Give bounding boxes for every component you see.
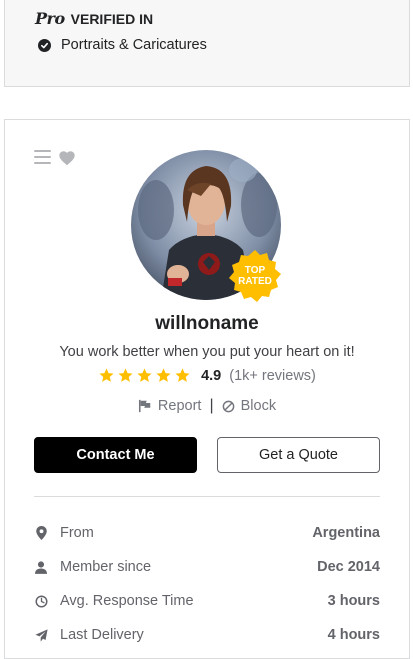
- block-link[interactable]: Block: [222, 398, 276, 414]
- seller-stats-list: From Argentina Member since Dec 2014 Avg…: [34, 516, 380, 652]
- star-icon: [99, 368, 114, 382]
- pro-verified-item-label: Portraits & Caricatures: [61, 37, 207, 53]
- stat-row-response-time: Avg. Response Time 3 hours: [34, 584, 380, 618]
- report-block-row: Report | Block: [5, 397, 409, 415]
- location-pin-icon: [34, 526, 48, 540]
- stat-row-last-delivery: Last Delivery 4 hours: [34, 618, 380, 652]
- stat-label: From: [60, 525, 94, 541]
- stat-row-from: From Argentina: [34, 516, 380, 550]
- stat-row-member-since: Member since Dec 2014: [34, 550, 380, 584]
- star-icon: [118, 368, 133, 382]
- rating-count[interactable]: (1k+ reviews): [229, 368, 316, 384]
- pro-logo: Pro: [35, 9, 65, 28]
- menu-icon[interactable]: [34, 150, 51, 164]
- rating-score: 4.9: [201, 367, 222, 384]
- star-icon: [175, 368, 190, 382]
- contact-me-button[interactable]: Contact Me: [34, 437, 197, 473]
- block-label: Block: [240, 398, 277, 414]
- rating-row: 4.9 (1k+ reviews): [5, 367, 409, 384]
- get-a-quote-button[interactable]: Get a Quote: [217, 437, 380, 473]
- flag-icon: [138, 399, 151, 413]
- stat-value: Dec 2014: [317, 559, 380, 575]
- badge-line-1: TOP: [245, 265, 266, 276]
- paper-plane-icon: [34, 628, 48, 642]
- stat-value: 3 hours: [327, 593, 380, 609]
- top-rated-badge: TOP RATED: [229, 250, 281, 302]
- star-icon: [156, 368, 171, 382]
- report-label: Report: [157, 398, 202, 414]
- pro-verified-item[interactable]: Portraits & Caricatures: [38, 37, 207, 53]
- stat-label: Member since: [60, 559, 152, 575]
- separator: |: [209, 397, 214, 414]
- stat-label: Last Delivery: [60, 627, 144, 643]
- stat-value: 4 hours: [327, 627, 380, 643]
- avatar-container[interactable]: TOP RATED: [131, 150, 281, 302]
- pro-verified-card: Pro VERIFIED IN Portraits & Caricatures: [4, 0, 410, 87]
- report-link[interactable]: Report: [138, 398, 202, 414]
- divider: [34, 496, 380, 497]
- seller-profile-card: TOP RATED willnoname You work better whe…: [4, 119, 410, 659]
- pro-verified-header: Pro VERIFIED IN: [35, 9, 153, 28]
- seller-username[interactable]: willnoname: [5, 313, 409, 335]
- star-icon: [137, 368, 152, 382]
- check-circle-icon: [38, 38, 51, 52]
- block-icon: [222, 400, 234, 412]
- badge-line-2: RATED: [238, 276, 272, 287]
- stat-label: Avg. Response Time: [60, 593, 194, 609]
- clock-icon: [34, 594, 48, 608]
- stat-value: Argentina: [312, 525, 380, 541]
- pro-verified-title: VERIFIED IN: [70, 10, 154, 27]
- user-icon: [34, 560, 48, 574]
- seller-tagline: You work better when you put your heart …: [59, 344, 355, 360]
- heart-icon[interactable]: [58, 150, 76, 166]
